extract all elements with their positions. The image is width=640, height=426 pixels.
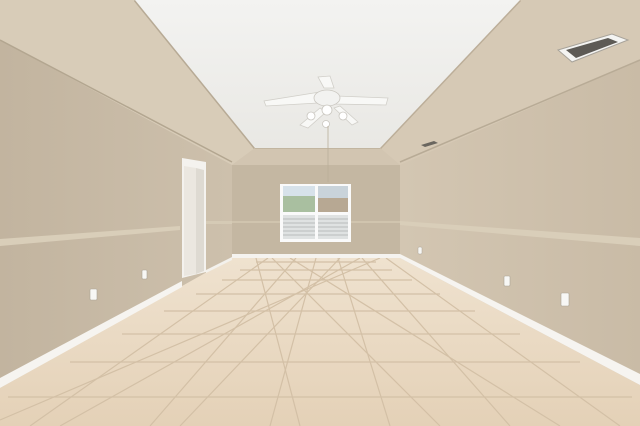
doorway	[182, 158, 206, 278]
ceiling-border-back	[232, 148, 400, 165]
outlet	[503, 275, 511, 287]
outlet	[141, 269, 148, 280]
outlet	[417, 246, 423, 255]
outlet	[560, 292, 570, 307]
outlet	[89, 288, 98, 301]
window	[280, 184, 351, 242]
room-photo	[0, 0, 640, 426]
baseboard-back	[232, 254, 400, 258]
